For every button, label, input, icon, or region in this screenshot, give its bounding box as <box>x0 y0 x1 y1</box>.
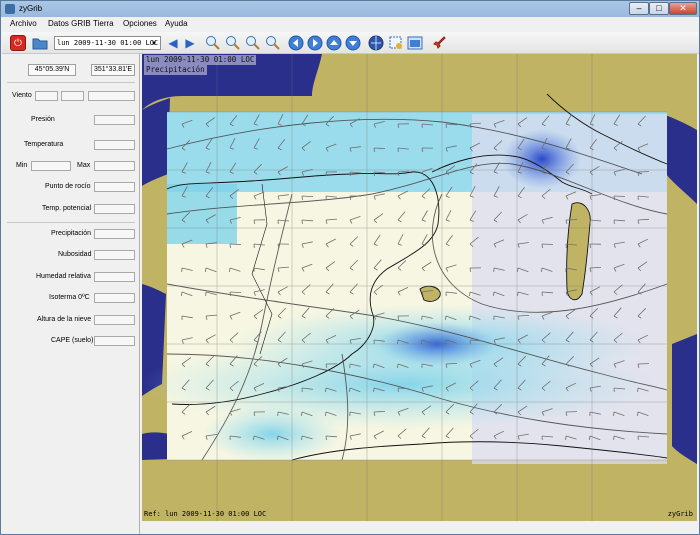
label-humedad: Humedad relativa <box>36 273 91 280</box>
wind-barb-tick <box>373 147 375 153</box>
globe-icon[interactable] <box>368 35 384 51</box>
dew-point-field <box>94 182 135 192</box>
cloud-cover-field <box>94 250 135 260</box>
divider <box>7 222 135 223</box>
wind-barb-tick <box>229 243 231 249</box>
chevron-down-icon: ▼ <box>152 40 156 47</box>
potential-temp-field <box>94 204 135 214</box>
map-footer: Ref: lun 2009-11-30 01:00 LOC zyGrib <box>142 508 697 521</box>
menu-archivo[interactable]: Archivo <box>10 19 37 28</box>
wind-value-field <box>88 91 135 101</box>
precip-nw-patch <box>167 184 237 244</box>
title-bar: zyGrib – □ ✕ <box>1 1 699 17</box>
data-panel: 45°05.39'N 351°33.81'E Viento Presión Te… <box>2 54 140 534</box>
wind-barb-tick <box>469 291 471 297</box>
latitude-readout: 45°05.39'N <box>28 64 76 76</box>
isotherm-field <box>94 293 135 303</box>
window-title: zyGrib <box>19 4 43 13</box>
wind-barb-tick <box>397 339 399 345</box>
close-button[interactable]: ✕ <box>669 2 697 15</box>
menu-bar: Archivo Datos GRIB Tierra Opciones Ayuda <box>2 17 699 32</box>
date-select-value: lun 2009-11-30 01:00 LOC <box>57 39 159 47</box>
menu-tierra[interactable]: Tierra <box>93 19 114 28</box>
wind-barb-tick <box>541 243 543 249</box>
zoom-fit-icon[interactable] <box>265 35 281 51</box>
zoom-in-icon[interactable] <box>205 35 221 51</box>
open-folder-icon[interactable] <box>32 35 48 51</box>
pan-up-icon[interactable] <box>326 35 342 51</box>
map-layer-label: Precipitación <box>144 65 207 75</box>
pressure-field <box>94 115 135 125</box>
label-punto-rocio: Punto de rocío <box>45 183 91 190</box>
precip-max-northeast <box>502 129 582 189</box>
minimize-button[interactable]: – <box>629 2 649 15</box>
wind-barb-tick <box>613 195 615 201</box>
divider <box>7 82 135 83</box>
window-view-icon[interactable] <box>407 35 423 51</box>
label-temperatura: Temperatura <box>24 141 64 148</box>
label-precipitacion: Precipitación <box>51 230 92 237</box>
app-window: zyGrib – □ ✕ Archivo Datos GRIB Tierra O… <box>0 0 700 535</box>
wind-barb-tick <box>253 435 255 441</box>
reference-date-label: Ref: lun 2009-11-30 01:00 LOC <box>144 510 267 518</box>
zoom-out-icon[interactable] <box>225 35 241 51</box>
atlantic-west <box>142 98 170 186</box>
map-date-label: lun 2009-11-30 01:00 LOC <box>144 55 257 65</box>
wind-dir-field <box>61 91 84 101</box>
menu-ayuda[interactable]: Ayuda <box>165 19 188 28</box>
label-altura-nieve: Altura de la nieve <box>37 316 92 323</box>
previous-step-icon[interactable]: ◀ <box>165 35 181 51</box>
wind-speed-field <box>35 91 58 101</box>
wind-barb <box>541 243 554 245</box>
east-sea <box>672 334 697 464</box>
temperature-field <box>94 140 135 150</box>
zoom-area-icon[interactable] <box>245 35 261 51</box>
label-max: Max <box>77 162 91 169</box>
wind-barb <box>613 195 626 197</box>
toolbar: ⏻ lun 2009-11-30 01:00 LOC ▼ ◀ ▶ <box>2 32 699 54</box>
label-min: Min <box>16 162 28 169</box>
label-cape: CAPE (suelo) <box>51 337 94 344</box>
map-canvas[interactable] <box>142 54 697 521</box>
weather-map[interactable]: lun 2009-11-30 01:00 LOC Precipitación <box>142 54 697 521</box>
menu-opciones[interactable]: Opciones <box>123 19 157 28</box>
temp-max-field <box>94 161 135 171</box>
wind-barb-tick <box>229 291 231 297</box>
pan-left-icon[interactable] <box>288 35 304 51</box>
label-viento: Viento <box>12 92 32 99</box>
label-isoterma: Isoterma 0ºC <box>49 294 90 301</box>
wind-barb-tick <box>325 387 327 393</box>
cape-field <box>94 336 135 346</box>
date-select[interactable]: lun 2009-11-30 01:00 LOC ▼ <box>54 36 161 50</box>
maximize-button[interactable]: □ <box>649 2 669 15</box>
precipitation-field <box>94 229 135 239</box>
pan-down-icon[interactable] <box>345 35 361 51</box>
longitude-readout: 351°33.81'E <box>91 64 135 76</box>
snow-depth-field <box>94 315 135 325</box>
menu-datos-grib[interactable]: Datos GRIB <box>48 19 91 28</box>
humidity-field <box>94 272 135 282</box>
pan-right-icon[interactable] <box>307 35 323 51</box>
label-presion: Presión <box>31 116 55 123</box>
app-icon <box>5 4 15 14</box>
next-step-icon[interactable]: ▶ <box>182 35 198 51</box>
brand-label: zyGrib <box>667 510 693 518</box>
label-nubosidad: Nubosidad <box>58 251 92 258</box>
quit-icon[interactable]: ⏻ <box>10 35 26 51</box>
select-area-icon[interactable] <box>388 35 404 51</box>
label-temp-potencial: Temp. potencial <box>42 205 92 212</box>
temp-min-field <box>31 161 71 171</box>
rocket-icon[interactable] <box>431 35 447 51</box>
wind-barb-tick <box>301 195 303 201</box>
